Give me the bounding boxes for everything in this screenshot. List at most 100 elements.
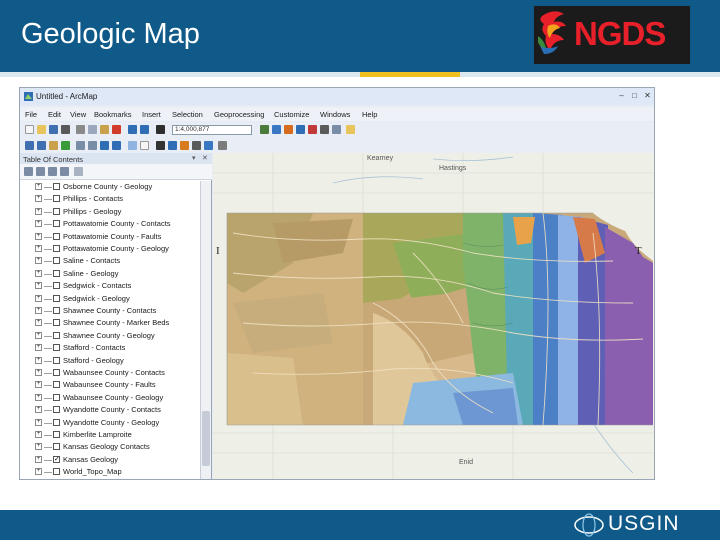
map-scale-field[interactable]: 1:4,000,877 bbox=[172, 125, 252, 135]
toc-layer-row[interactable]: + Phillips - Contacts bbox=[20, 193, 200, 205]
layer-visibility-checkbox[interactable] bbox=[53, 195, 60, 203]
expand-toggle[interactable]: + bbox=[35, 431, 42, 438]
toc-layer-row[interactable]: + Shawnee County - Geology bbox=[20, 330, 200, 342]
layer-visibility-checkbox[interactable] bbox=[53, 207, 60, 215]
toc-layer-row[interactable]: + Saline - Geology bbox=[20, 268, 200, 280]
toc-layer-row[interactable]: + Wyandotte County - Contacts bbox=[20, 404, 200, 416]
toc-layer-row[interactable]: + Pottawatomie County - Geology bbox=[20, 243, 200, 255]
menu-geoprocessing[interactable]: Geoprocessing bbox=[214, 110, 264, 119]
layer-visibility-checkbox[interactable] bbox=[53, 331, 60, 339]
layer-visibility-checkbox[interactable] bbox=[53, 443, 60, 451]
python-window-icon[interactable] bbox=[320, 125, 329, 134]
pan-icon[interactable] bbox=[49, 141, 58, 150]
toc-layer-row[interactable]: + Shawnee County - Contacts bbox=[20, 305, 200, 317]
table-of-contents-icon[interactable] bbox=[272, 125, 281, 134]
help-icon[interactable] bbox=[346, 125, 355, 134]
toc-layer-row[interactable]: + Pottawatomie County - Contacts bbox=[20, 218, 200, 230]
toc-close-button[interactable]: ✕ bbox=[202, 154, 208, 162]
expand-toggle[interactable]: + bbox=[35, 406, 42, 414]
menu-view[interactable]: View bbox=[70, 110, 86, 119]
menu-bookmarks[interactable]: Bookmarks bbox=[94, 110, 132, 119]
fixed-zoom-in-icon[interactable] bbox=[76, 141, 85, 150]
find-icon[interactable] bbox=[180, 141, 189, 150]
expand-toggle[interactable]: + bbox=[35, 245, 42, 252]
menu-customize[interactable]: Customize bbox=[274, 110, 309, 119]
toc-layer-row[interactable]: + ✓ Kansas Geology bbox=[20, 454, 200, 466]
layer-visibility-checkbox[interactable] bbox=[53, 393, 60, 401]
layer-visibility-checkbox[interactable] bbox=[53, 307, 60, 314]
toc-layer-row[interactable]: + Kimberlite Lamproite bbox=[20, 429, 200, 441]
menu-help[interactable]: Help bbox=[362, 110, 377, 119]
delete-icon[interactable] bbox=[112, 125, 121, 134]
options-icon[interactable] bbox=[74, 167, 83, 176]
new-document-icon[interactable] bbox=[25, 125, 34, 134]
paste-icon[interactable] bbox=[100, 125, 109, 134]
expand-toggle[interactable]: + bbox=[35, 369, 42, 376]
open-icon[interactable] bbox=[37, 125, 46, 134]
toc-layer-row[interactable]: + Phillips - Geology bbox=[20, 206, 200, 218]
expand-toggle[interactable]: + bbox=[35, 455, 42, 463]
menu-insert[interactable]: Insert bbox=[142, 110, 161, 119]
expand-toggle[interactable]: + bbox=[35, 207, 42, 215]
layer-visibility-checkbox[interactable] bbox=[53, 418, 60, 426]
expand-toggle[interactable]: + bbox=[35, 220, 42, 228]
fixed-zoom-out-icon[interactable] bbox=[88, 141, 97, 150]
select-features-icon[interactable] bbox=[128, 141, 137, 150]
menu-selection[interactable]: Selection bbox=[172, 110, 203, 119]
list-by-selection-icon[interactable] bbox=[60, 167, 69, 176]
search-icon[interactable] bbox=[296, 125, 305, 134]
layer-visibility-checkbox[interactable] bbox=[53, 369, 60, 376]
model-builder-icon[interactable] bbox=[332, 125, 341, 134]
minimize-button[interactable]: – bbox=[616, 91, 627, 100]
menu-windows[interactable]: Windows bbox=[320, 110, 350, 119]
layer-visibility-checkbox[interactable] bbox=[53, 269, 60, 277]
layer-visibility-checkbox[interactable] bbox=[53, 381, 60, 389]
arctoolbox-icon[interactable] bbox=[308, 125, 317, 134]
expand-toggle[interactable]: + bbox=[35, 195, 42, 203]
toc-layer-row[interactable]: + Wyandotte County - Geology bbox=[20, 417, 200, 429]
full-extent-icon[interactable] bbox=[61, 141, 70, 150]
toc-scrollbar[interactable] bbox=[200, 181, 211, 479]
toc-layer-row[interactable]: + Stafford - Geology bbox=[20, 355, 200, 367]
toc-pin-button[interactable]: ▾ bbox=[192, 154, 196, 162]
editor-toolbar-icon[interactable] bbox=[260, 125, 269, 134]
forward-icon[interactable] bbox=[112, 141, 121, 150]
layer-visibility-checkbox[interactable] bbox=[53, 282, 60, 290]
expand-toggle[interactable]: + bbox=[35, 269, 42, 277]
toc-layer-row[interactable]: + Wabaunsee County - Geology bbox=[20, 392, 200, 404]
layer-visibility-checkbox[interactable] bbox=[53, 257, 60, 265]
html-popup-icon[interactable] bbox=[218, 141, 227, 150]
toc-layer-row[interactable]: + Osborne County - Geology bbox=[20, 181, 200, 193]
expand-toggle[interactable]: + bbox=[35, 331, 42, 339]
layer-visibility-checkbox[interactable] bbox=[53, 406, 60, 414]
menu-edit[interactable]: Edit bbox=[48, 110, 61, 119]
toc-layer-row[interactable]: + Saline - Contacts bbox=[20, 255, 200, 267]
undo-icon[interactable] bbox=[128, 125, 137, 134]
zoom-in-icon[interactable] bbox=[25, 141, 34, 150]
zoom-out-icon[interactable] bbox=[37, 141, 46, 150]
list-by-visibility-icon[interactable] bbox=[48, 167, 57, 176]
redo-icon[interactable] bbox=[140, 125, 149, 134]
expand-toggle[interactable]: + bbox=[35, 468, 42, 476]
toc-scrollbar-thumb[interactable] bbox=[202, 411, 210, 466]
back-icon[interactable] bbox=[100, 141, 109, 150]
layer-visibility-checkbox[interactable] bbox=[53, 356, 60, 364]
copy-icon[interactable] bbox=[88, 125, 97, 134]
expand-toggle[interactable]: + bbox=[35, 418, 42, 426]
toc-layer-row[interactable]: + Sedgwick - Geology bbox=[20, 293, 200, 305]
toc-layer-row[interactable]: + Stafford - Contacts bbox=[20, 342, 200, 354]
hyperlink-icon[interactable] bbox=[204, 141, 213, 150]
expand-toggle[interactable]: + bbox=[35, 282, 42, 290]
add-data-icon[interactable] bbox=[156, 125, 165, 134]
expand-toggle[interactable]: + bbox=[35, 294, 42, 302]
expand-toggle[interactable]: + bbox=[35, 307, 42, 314]
layer-visibility-checkbox[interactable] bbox=[53, 468, 60, 476]
expand-toggle[interactable]: + bbox=[35, 356, 42, 364]
expand-toggle[interactable]: + bbox=[35, 319, 42, 327]
close-button[interactable]: ✕ bbox=[642, 91, 653, 100]
toc-layer-row[interactable]: + Sedgwick - Contacts bbox=[20, 280, 200, 292]
select-elements-icon[interactable] bbox=[156, 141, 165, 150]
measure-icon[interactable] bbox=[192, 141, 201, 150]
layer-visibility-checkbox[interactable]: ✓ bbox=[53, 455, 60, 463]
toc-layer-row[interactable]: + Wabaunsee County - Faults bbox=[20, 379, 200, 391]
